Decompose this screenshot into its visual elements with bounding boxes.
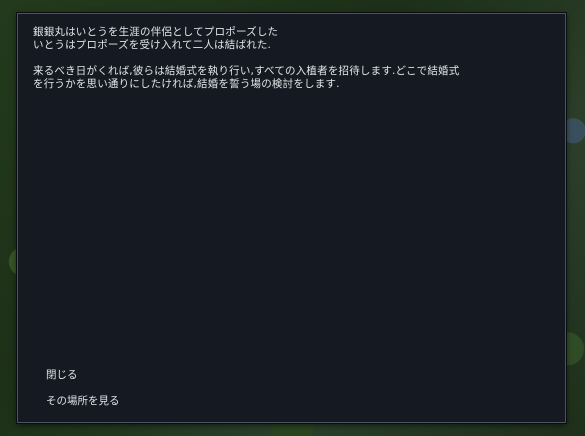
dialog-options: 閉じる その場所を見る <box>46 369 120 421</box>
dialog-message: 銀銀丸はいとうを生涯の伴侶としてプロポーズした いとうはプロポーズを受け入れて二… <box>33 26 553 91</box>
letter-dialog: 銀銀丸はいとうを生涯の伴侶としてプロポーズした いとうはプロポーズを受け入れて二… <box>17 13 566 423</box>
message-line: 銀銀丸はいとうを生涯の伴侶としてプロポーズした <box>33 26 279 38</box>
view-location-option[interactable]: その場所を見る <box>46 395 120 408</box>
message-line: いとうはプロポーズを受け入れて二人は結ばれた. <box>33 39 272 51</box>
message-line: 来るべき日がくれば,彼らは結婚式を執り行い,すべての入植者を招待します.どこで結… <box>33 65 460 77</box>
close-option[interactable]: 閉じる <box>46 369 120 382</box>
message-line: を行うかを思い通りにしたければ,結婚を誓う場の検討をします. <box>33 78 340 90</box>
